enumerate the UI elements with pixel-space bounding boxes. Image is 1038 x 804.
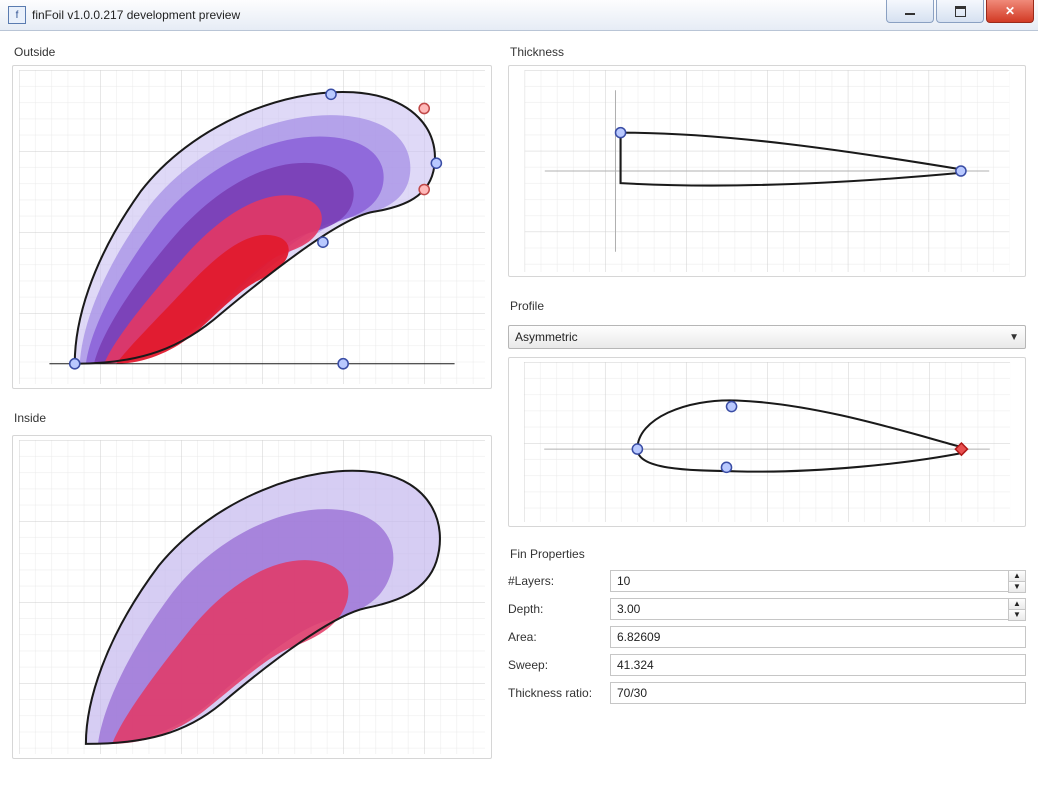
depth-spin-buttons: ▲ ▼ <box>1008 598 1026 621</box>
area-label: Area: <box>508 630 602 644</box>
profile-panel[interactable] <box>508 357 1026 527</box>
area-row: Area: 6.82609 <box>508 623 1026 651</box>
layers-spinner: 10 ▲ ▼ <box>610 570 1026 593</box>
profile-canvas[interactable] <box>513 362 1021 522</box>
layers-row: #Layers: 10 ▲ ▼ <box>508 567 1026 595</box>
inside-label: Inside <box>14 411 492 425</box>
thickness-ratio-row: Thickness ratio: 70/30 <box>508 679 1026 707</box>
sweep-label: Sweep: <box>508 658 602 672</box>
inside-canvas[interactable] <box>17 440 487 754</box>
area-value: 6.82609 <box>610 626 1026 648</box>
minimize-button[interactable] <box>886 0 934 23</box>
profile-selected: Asymmetric <box>515 330 1009 344</box>
close-icon: ✕ <box>1005 4 1015 18</box>
depth-input[interactable]: 3.00 <box>610 598 1008 620</box>
client-area: Outside <box>0 31 1038 804</box>
chevron-down-icon: ▼ <box>1009 332 1019 343</box>
outside-label: Outside <box>14 45 492 59</box>
right-column: Thickness Profile Asymme <box>508 41 1026 792</box>
thickness-panel[interactable] <box>508 65 1026 277</box>
close-button[interactable]: ✕ <box>986 0 1034 23</box>
minimize-icon <box>905 13 915 15</box>
thickness-ratio-label: Thickness ratio: <box>508 686 602 700</box>
layers-input[interactable]: 10 <box>610 570 1008 592</box>
profile-dropdown[interactable]: Asymmetric ▼ <box>508 325 1026 349</box>
window-buttons: ✕ <box>884 0 1038 30</box>
left-column: Outside <box>12 41 492 792</box>
thickness-label: Thickness <box>510 45 1026 59</box>
layers-spin-buttons: ▲ ▼ <box>1008 570 1026 593</box>
depth-label: Depth: <box>508 602 602 616</box>
profile-label: Profile <box>510 299 1026 313</box>
thickness-canvas[interactable] <box>513 70 1021 272</box>
layers-down-button[interactable]: ▼ <box>1009 582 1025 592</box>
sweep-row: Sweep: 41.324 <box>508 651 1026 679</box>
maximize-button[interactable] <box>936 0 984 23</box>
thickness-ratio-value: 70/30 <box>610 682 1026 704</box>
depth-row: Depth: 3.00 ▲ ▼ <box>508 595 1026 623</box>
app-window: f finFoil v1.0.0.217 development preview… <box>0 0 1038 804</box>
app-icon: f <box>8 6 26 24</box>
window-title: finFoil v1.0.0.217 development preview <box>32 8 240 22</box>
fin-properties: Fin Properties #Layers: 10 ▲ ▼ Depth: 3. <box>508 543 1026 707</box>
depth-down-button[interactable]: ▼ <box>1009 610 1025 620</box>
fin-properties-label: Fin Properties <box>510 547 1026 561</box>
sweep-value: 41.324 <box>610 654 1026 676</box>
layers-up-button[interactable]: ▲ <box>1009 571 1025 582</box>
inside-panel[interactable] <box>12 435 492 759</box>
layers-label: #Layers: <box>508 574 602 588</box>
depth-spinner: 3.00 ▲ ▼ <box>610 598 1026 621</box>
depth-up-button[interactable]: ▲ <box>1009 599 1025 610</box>
outside-canvas[interactable] <box>17 70 487 384</box>
maximize-icon <box>955 6 966 17</box>
titlebar: f finFoil v1.0.0.217 development preview… <box>0 0 1038 31</box>
outside-panel[interactable] <box>12 65 492 389</box>
